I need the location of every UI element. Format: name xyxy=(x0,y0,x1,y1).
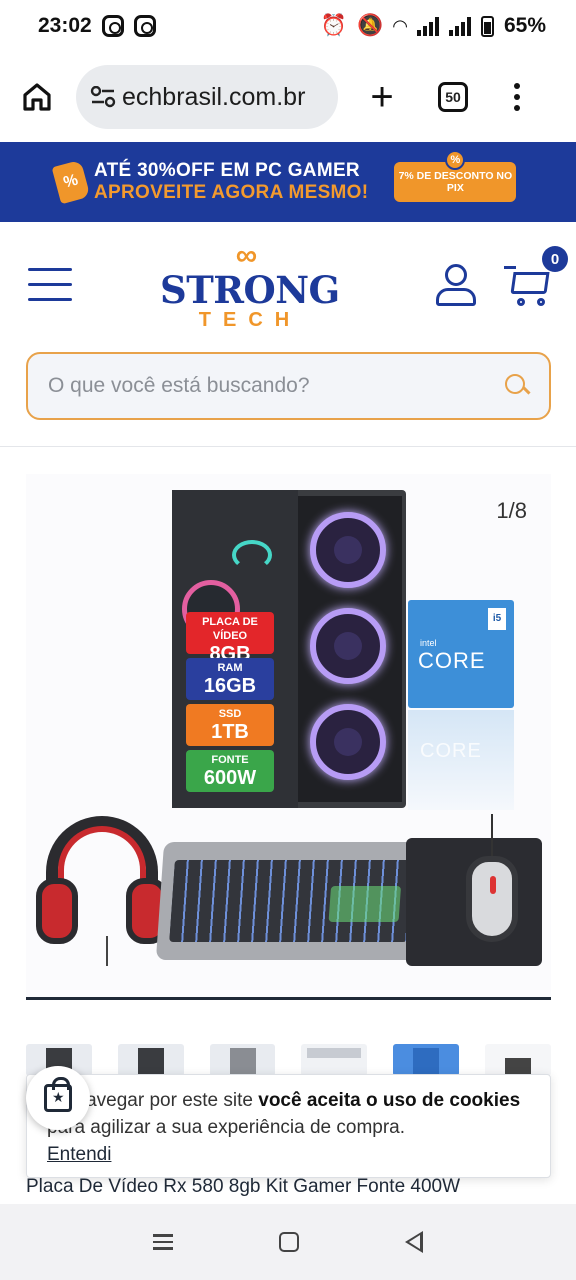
shopping-bag-button[interactable] xyxy=(26,1066,90,1130)
image-counter: 1/8 xyxy=(496,498,527,523)
spec-badge-ram: RAM 16GB xyxy=(186,658,274,700)
cookie-banner: Ao navegar por este site você aceita o u… xyxy=(26,1074,551,1178)
alarm-icon: ⏰ xyxy=(320,14,347,37)
system-nav-bar xyxy=(0,1204,576,1280)
keyboard-image xyxy=(155,842,427,960)
browser-toolbar: echbrasil.com.br + 50 xyxy=(0,52,576,142)
back-icon[interactable] xyxy=(405,1231,423,1253)
tab-switcher-button[interactable]: 50 xyxy=(438,82,468,112)
battery-level: 65% xyxy=(503,14,546,37)
page: 23:02 ⏰ 🔕 ◠ 65% echbrasil.com.br + 50 % … xyxy=(0,0,576,1280)
more-menu-icon[interactable] xyxy=(514,83,520,111)
cookie-accept-link[interactable]: Entendi xyxy=(47,1141,111,1168)
battery-icon xyxy=(480,15,494,37)
product-image-gallery[interactable]: 1/8 PLACA DE VÍDEO 8GB RAM 16GB SSD 1TB … xyxy=(26,474,551,1000)
search-input[interactable] xyxy=(48,374,505,398)
gallery-divider xyxy=(26,997,551,1000)
new-tab-button[interactable]: + xyxy=(362,77,402,117)
search-icon[interactable] xyxy=(505,374,529,398)
thumbnail[interactable] xyxy=(117,1044,184,1076)
product-title: Placa De Vídeo Rx 580 8gb Kit Gamer Font… xyxy=(26,1176,461,1197)
mute-icon: 🔕 xyxy=(356,14,384,37)
cart-icon[interactable] xyxy=(504,266,552,308)
promo-line-1: ATÉ 30%OFF EM PC GAMER xyxy=(94,160,360,181)
instagram-icon xyxy=(133,15,156,37)
thumbnail[interactable] xyxy=(485,1044,551,1076)
cart-count-badge: 0 xyxy=(542,246,568,272)
promo-banner[interactable]: % ATÉ 30%OFF EM PC GAMER APROVEITE AGORA… xyxy=(0,142,576,222)
spec-badge-gpu: PLACA DE VÍDEO 8GB xyxy=(186,612,274,665)
instagram-icon xyxy=(101,15,124,37)
cpu-box-reflection: CORE xyxy=(408,710,514,810)
signal-icon xyxy=(416,16,439,36)
site-logo[interactable]: ∞ STRONG TECH xyxy=(160,239,340,331)
mouse-cable xyxy=(491,814,493,858)
pix-discount-text: 7% DE DESCONTO NO PIX xyxy=(398,170,513,194)
discount-tag-icon: % xyxy=(51,159,91,205)
mouse-image xyxy=(466,856,518,942)
logo-strong: STRONG xyxy=(160,268,340,312)
promo-line-2: APROVEITE AGORA MESMO! xyxy=(94,182,369,203)
divider xyxy=(0,446,576,447)
headset-image xyxy=(36,816,168,966)
cpu-box-image: i5 intel CORE xyxy=(408,600,514,708)
wifi-icon: ◠ xyxy=(393,15,407,36)
home-button-icon[interactable] xyxy=(279,1232,299,1252)
address-bar[interactable]: echbrasil.com.br xyxy=(76,65,338,129)
thumbnail-strip xyxy=(26,1044,551,1076)
pix-discount-badge: % 7% DE DESCONTO NO PIX xyxy=(394,150,517,202)
logo-infinity-icon: ∞ xyxy=(235,239,257,272)
menu-icon[interactable] xyxy=(28,268,72,313)
search-bar[interactable] xyxy=(26,352,551,420)
spec-badge-psu: FONTE 600W xyxy=(186,750,274,792)
status-time: 23:02 xyxy=(38,14,92,37)
shopping-bag-icon xyxy=(44,1077,72,1112)
percent-icon: % xyxy=(445,150,466,170)
spec-badge-ssd: SSD 1TB xyxy=(186,704,274,746)
thumbnail[interactable] xyxy=(393,1044,460,1076)
recent-apps-icon[interactable] xyxy=(153,1230,173,1254)
signal-icon xyxy=(448,16,471,36)
home-icon[interactable] xyxy=(20,80,54,114)
thumbnail[interactable] xyxy=(301,1044,368,1076)
cookie-text: Ao navegar por este site você aceita o u… xyxy=(47,1090,521,1138)
site-header: ∞ STRONG TECH xyxy=(0,222,576,342)
user-icon[interactable] xyxy=(436,264,476,308)
logo-tech: TECH xyxy=(198,309,302,331)
site-settings-icon[interactable] xyxy=(90,86,116,108)
thumbnail[interactable] xyxy=(209,1044,276,1076)
status-bar: 23:02 ⏰ 🔕 ◠ 65% xyxy=(0,0,576,52)
url-text: echbrasil.com.br xyxy=(122,82,306,111)
